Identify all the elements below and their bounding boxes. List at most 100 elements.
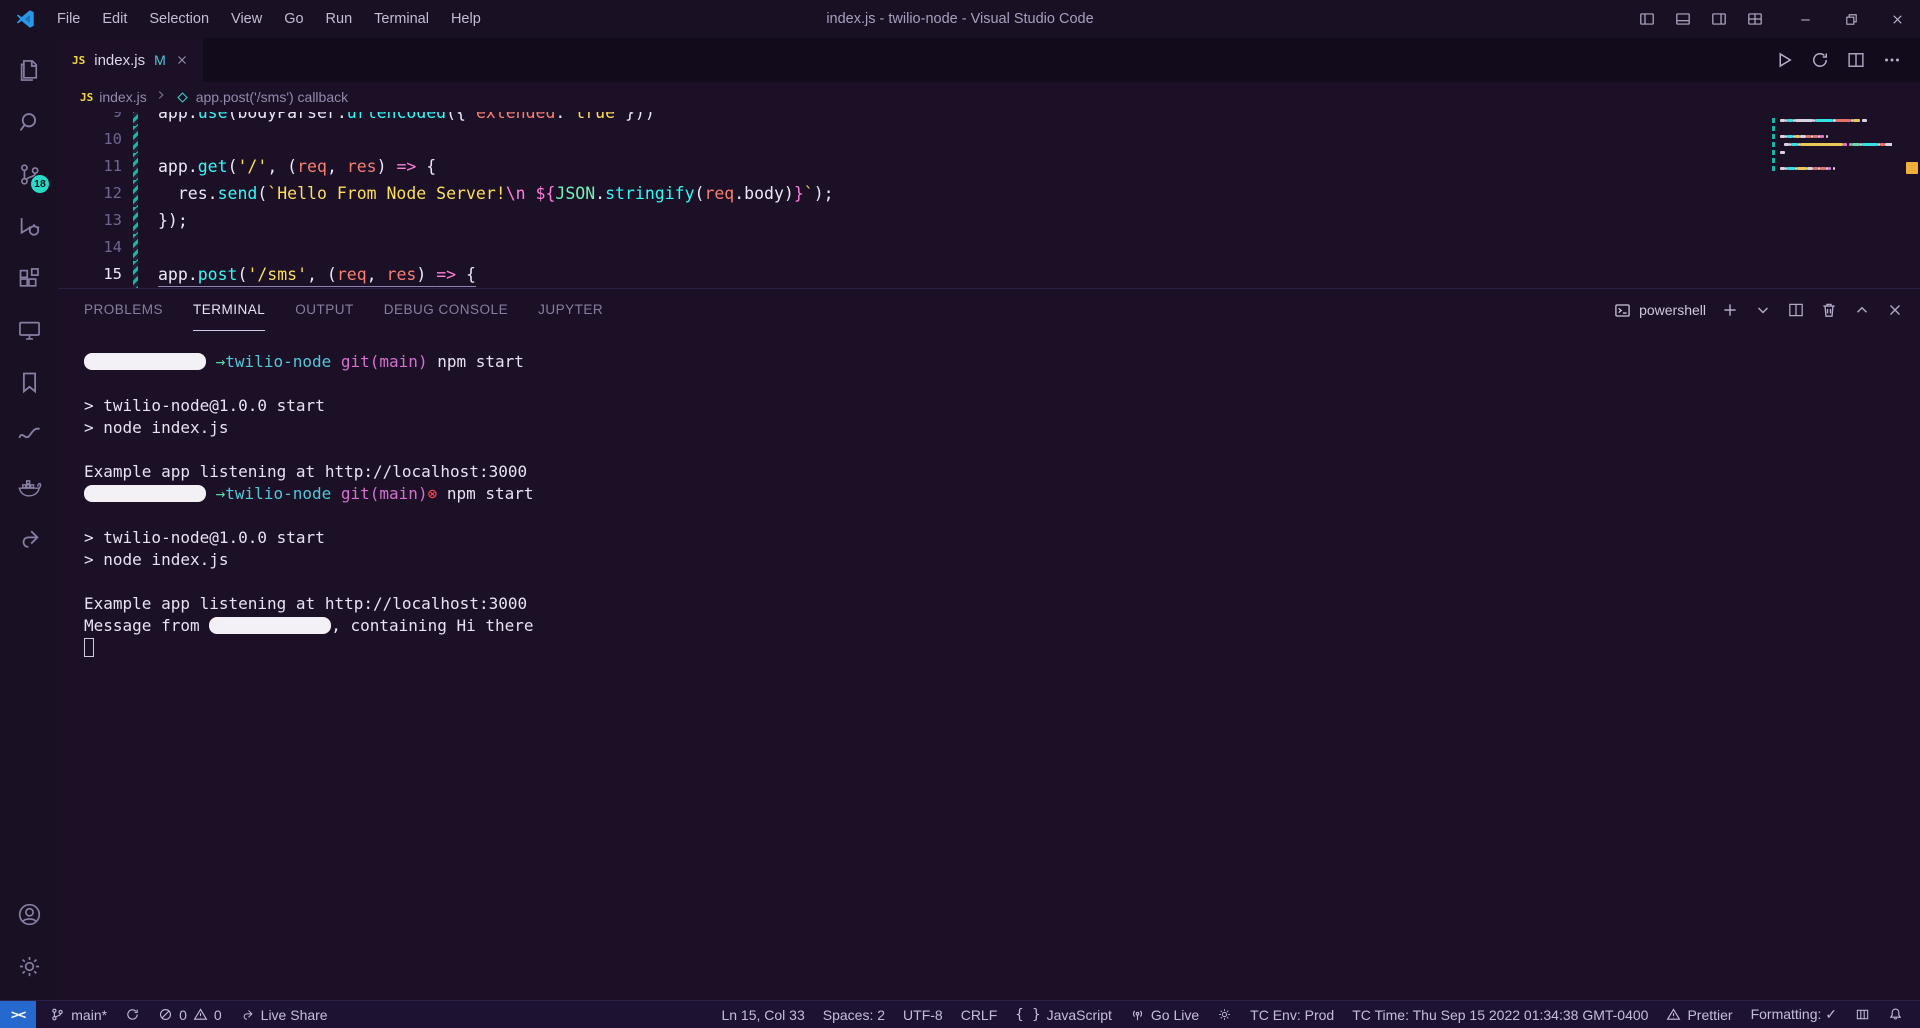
chevron-down-button[interactable] bbox=[1754, 301, 1772, 319]
panel-tab-problems[interactable]: PROBLEMS bbox=[84, 289, 163, 331]
status-language-mode[interactable]: { } JavaScript bbox=[1006, 1001, 1121, 1028]
code-text: app.post('/sms', (req, res) => { bbox=[158, 265, 476, 284]
split-editor-button[interactable] bbox=[1846, 50, 1866, 70]
restore-button[interactable] bbox=[1828, 0, 1874, 38]
activity-search[interactable] bbox=[0, 96, 58, 148]
panel-tab-debug-console[interactable]: DEBUG CONSOLE bbox=[384, 289, 508, 331]
status-label: Ln 15, Col 33 bbox=[721, 1006, 805, 1023]
add-button[interactable] bbox=[1721, 301, 1739, 319]
minimap[interactable] bbox=[1772, 116, 1892, 172]
minimize-button[interactable] bbox=[1782, 0, 1828, 38]
terminal-line: > node index.js bbox=[84, 550, 229, 569]
code-line: 12 res.send(`Hello From Node Server!\n $… bbox=[58, 180, 1920, 207]
activity-live-share[interactable] bbox=[0, 512, 58, 564]
code-editor[interactable]: 9 app.use(bodyParser.urlencoded({ extende… bbox=[58, 112, 1920, 288]
status-cursor-position[interactable]: Ln 15, Col 33 bbox=[712, 1001, 813, 1028]
activity-run-and-debug[interactable] bbox=[0, 200, 58, 252]
sync-button[interactable] bbox=[1810, 50, 1830, 70]
status-problems[interactable]: 00 bbox=[149, 1001, 231, 1028]
layout-sidebar-right-button[interactable] bbox=[1702, 0, 1736, 38]
editor-actions bbox=[1774, 38, 1920, 82]
panel-tab-jupyter[interactable]: JUPYTER bbox=[538, 289, 603, 331]
menu-terminal[interactable]: Terminal bbox=[363, 0, 440, 38]
close-button[interactable] bbox=[1886, 301, 1904, 319]
warning-icon bbox=[193, 1007, 208, 1022]
menu-bar: File Edit Selection View Go Run Terminal Help bbox=[46, 0, 492, 38]
breadcrumb-symbol[interactable]: app.post('/sms') callback bbox=[175, 89, 348, 105]
status-label: main* bbox=[71, 1006, 108, 1023]
layout-panel-button[interactable] bbox=[1666, 0, 1700, 38]
shell-selector[interactable]: powershell bbox=[1614, 302, 1706, 319]
status-git-branch[interactable]: main* bbox=[41, 1001, 116, 1028]
close-button[interactable] bbox=[1874, 0, 1920, 38]
sync-icon bbox=[125, 1007, 140, 1022]
code-line: 15 app.post('/sms', (req, res) => { bbox=[58, 261, 1920, 288]
play-button[interactable] bbox=[1774, 50, 1794, 70]
activity-docker[interactable] bbox=[0, 460, 58, 512]
status-notifications[interactable] bbox=[1879, 1001, 1912, 1028]
menu-view[interactable]: View bbox=[220, 0, 273, 38]
activity-extensions[interactable] bbox=[0, 252, 58, 304]
layout-grid-button[interactable] bbox=[1738, 0, 1772, 38]
ellipsis-button[interactable] bbox=[1882, 50, 1902, 70]
activity-bar-bottom bbox=[0, 888, 58, 1000]
status-prettier[interactable]: Prettier bbox=[1657, 1001, 1741, 1028]
status-tc-time[interactable]: TC Time: Thu Sep 15 2022 01:34:38 GMT-04… bbox=[1343, 1001, 1657, 1028]
settings-gear-icon bbox=[19, 956, 39, 976]
terminal-line: Message from , containing Hi there bbox=[84, 616, 534, 635]
close-tab-icon[interactable] bbox=[175, 53, 189, 67]
trash-button[interactable] bbox=[1820, 301, 1838, 319]
status-extension-gear[interactable] bbox=[1208, 1001, 1241, 1028]
tab-indexjs[interactable]: JS index.js M bbox=[58, 38, 203, 82]
activity-explorer[interactable] bbox=[0, 44, 58, 96]
layout-controls bbox=[1630, 0, 1772, 38]
menu-go[interactable]: Go bbox=[273, 0, 314, 38]
activity-thunder-client[interactable] bbox=[0, 408, 58, 460]
terminal-line: →twilio-node git(main)⊗ npm start bbox=[84, 483, 1920, 505]
menu-selection[interactable]: Selection bbox=[138, 0, 220, 38]
status-encoding[interactable]: UTF-8 bbox=[894, 1001, 952, 1028]
status-remote-indicator[interactable]: >< bbox=[0, 1001, 37, 1028]
activity-remote-explorer[interactable] bbox=[0, 304, 58, 356]
modified-badge: M bbox=[154, 52, 166, 68]
breadcrumb-file[interactable]: JS index.js bbox=[80, 89, 147, 105]
chevron-up-button[interactable] bbox=[1853, 301, 1871, 319]
git-modified-indicator bbox=[133, 112, 138, 126]
code-line: 13}); bbox=[58, 207, 1920, 234]
git-modified-indicator bbox=[133, 207, 138, 234]
activity-accounts[interactable] bbox=[0, 888, 58, 940]
search-icon bbox=[19, 112, 36, 131]
live-share-icon bbox=[240, 1007, 255, 1022]
vscode-logo-icon bbox=[14, 7, 38, 31]
status-editor-layout[interactable] bbox=[1846, 1001, 1879, 1028]
live-share-icon bbox=[22, 530, 39, 548]
breadcrumb: JS index.js app.post('/sms') callback bbox=[58, 82, 1920, 112]
activity-bookmarks[interactable] bbox=[0, 356, 58, 408]
split-panel-button[interactable] bbox=[1787, 301, 1805, 319]
status-live-share[interactable]: Live Share bbox=[231, 1001, 337, 1028]
layout-sidebar-left-button[interactable] bbox=[1630, 0, 1664, 38]
panel: PROBLEMS TERMINAL OUTPUT DEBUG CONSOLE JUPYT… bbox=[58, 288, 1920, 1000]
explorer-icon bbox=[20, 59, 37, 81]
status-bar: >< main* 0 0 Live Share Ln 15, Col 33 Spaces:… bbox=[0, 1000, 1920, 1028]
symbol-method-icon bbox=[175, 90, 190, 105]
panel-tab-terminal[interactable]: TERMINAL bbox=[193, 289, 266, 331]
status-eol[interactable]: CRLF bbox=[952, 1001, 1007, 1028]
status-indentation[interactable]: Spaces: 2 bbox=[814, 1001, 894, 1028]
tab-label: index.js bbox=[94, 51, 146, 69]
status-sync-status[interactable] bbox=[116, 1001, 149, 1028]
activity-settings[interactable] bbox=[0, 940, 58, 992]
menu-edit[interactable]: Edit bbox=[91, 0, 138, 38]
menu-help[interactable]: Help bbox=[440, 0, 492, 38]
status-formatting[interactable]: Formatting: ✓ bbox=[1742, 1001, 1846, 1028]
activity-source-control[interactable]: 18 bbox=[0, 148, 58, 200]
menu-run[interactable]: Run bbox=[315, 0, 364, 38]
code-text: }); bbox=[158, 211, 188, 230]
status-go-live[interactable]: Go Live bbox=[1121, 1001, 1208, 1028]
status-tc-env[interactable]: TC Env: Prod bbox=[1241, 1001, 1343, 1028]
shell-label: powershell bbox=[1639, 302, 1706, 318]
menu-file[interactable]: File bbox=[46, 0, 91, 38]
gear-icon bbox=[1217, 1007, 1232, 1022]
panel-tab-output[interactable]: OUTPUT bbox=[295, 289, 354, 331]
terminal-content[interactable]: →twilio-node git(main) npm start > twili… bbox=[58, 331, 1920, 1000]
